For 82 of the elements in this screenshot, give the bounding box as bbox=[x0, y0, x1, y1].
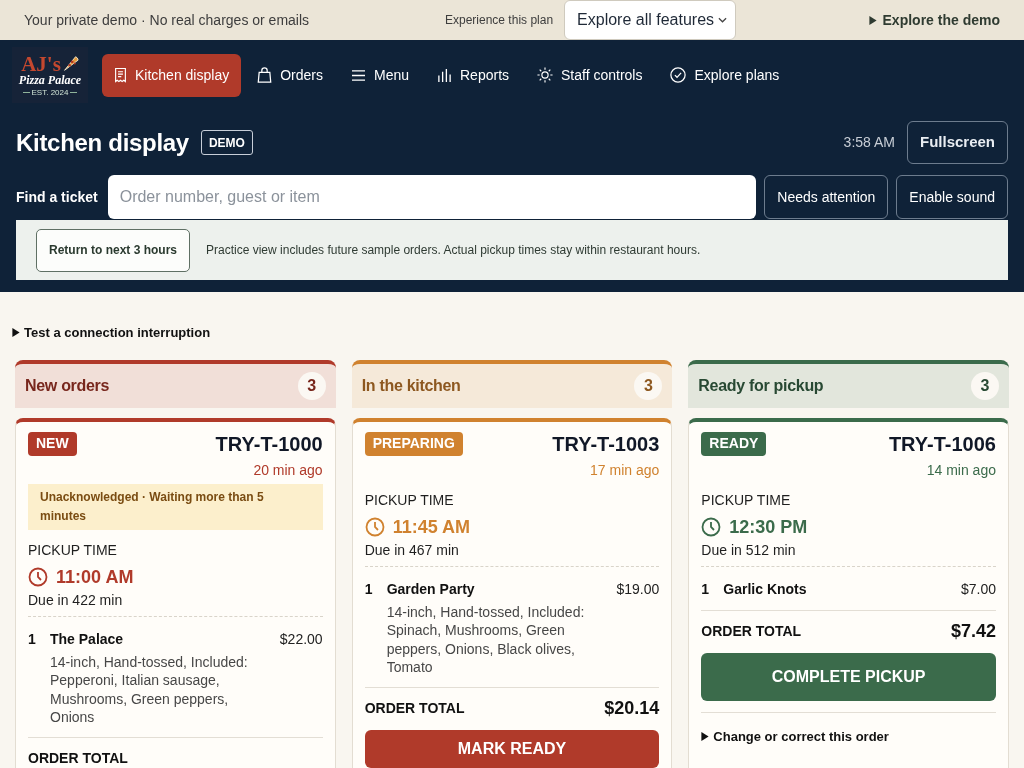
status-badge: READY bbox=[701, 431, 767, 456]
logo-subtitle: Pizza Palace bbox=[18, 73, 82, 87]
action-button[interactable]: COMPLETE PICKUP bbox=[701, 652, 996, 701]
order-age: 14 min ago bbox=[925, 460, 996, 480]
order-age: 20 min ago bbox=[252, 460, 323, 480]
nav-tab[interactable]: Orders bbox=[245, 53, 335, 97]
item-price: $7.00 bbox=[960, 579, 996, 599]
plan-select[interactable]: Explore all features bbox=[564, 0, 737, 40]
disclosure-triangle-icon bbox=[701, 731, 710, 741]
bag-icon bbox=[257, 67, 273, 83]
nav-tab[interactable]: Reports bbox=[425, 53, 522, 97]
column-title: In the kitchen bbox=[361, 375, 461, 396]
nav-tab[interactable]: Staff controls bbox=[525, 53, 655, 97]
order-age: 17 min ago bbox=[589, 460, 660, 480]
disclosure-triangle-icon bbox=[868, 15, 877, 25]
action-button[interactable]: MARK READY bbox=[364, 729, 660, 768]
filter-button[interactable]: Enable sound bbox=[896, 175, 1008, 219]
item-name: Garden Party bbox=[386, 579, 475, 599]
item-quantity: 1 bbox=[701, 579, 711, 599]
total-amount: $7.42 bbox=[950, 620, 996, 643]
clock-icon bbox=[701, 516, 722, 537]
practice-note: Practice view includes future sample orders. Actual pickup times stay within restaurant hours. bbox=[206, 242, 701, 259]
item-quantity: 1 bbox=[28, 629, 37, 649]
clock-icon bbox=[28, 566, 48, 587]
receipt-icon bbox=[114, 67, 127, 83]
fullscreen-button[interactable]: Fullscreen bbox=[906, 121, 1008, 164]
item-name: Garlic Knots bbox=[723, 579, 807, 599]
search-label: Find a ticket bbox=[16, 187, 98, 207]
pickup-time: 11:00 AM bbox=[56, 565, 134, 589]
column-title: Ready for pickup bbox=[698, 375, 824, 396]
chevron-down-icon bbox=[718, 17, 728, 23]
pizza-slice-icon bbox=[61, 54, 79, 72]
due-time: Due in 512 min bbox=[701, 540, 797, 560]
filter-button[interactable]: Needs attention bbox=[764, 175, 889, 219]
status-badge: PREPARING bbox=[364, 431, 463, 456]
item-price: $22.00 bbox=[279, 629, 323, 649]
search-field[interactable]: Order number, guest or item bbox=[107, 175, 757, 219]
total-amount: $20.14 bbox=[604, 697, 660, 720]
nav-tab[interactable]: Menu bbox=[338, 53, 421, 97]
nav-tab[interactable]: Kitchen display bbox=[102, 53, 242, 97]
item-quantity: 1 bbox=[364, 579, 374, 599]
order-number: TRY-T-1003 bbox=[552, 431, 660, 457]
connection-test-toggle[interactable]: Test a connection interruption bbox=[12, 323, 211, 343]
change-order-toggle[interactable]: Change or correct this order bbox=[701, 726, 889, 746]
disclosure-triangle-icon bbox=[12, 328, 20, 338]
count-badge: 3 bbox=[971, 371, 999, 400]
count-badge: 3 bbox=[634, 371, 663, 400]
status-badge: NEW bbox=[28, 431, 77, 456]
column-title: New orders bbox=[25, 375, 110, 396]
order-number: TRY-T-1000 bbox=[215, 431, 323, 457]
plan-label: Experience this plan bbox=[445, 12, 554, 29]
bar-chart-icon bbox=[437, 67, 452, 83]
check-circle-icon bbox=[670, 67, 687, 83]
explore-demo-toggle[interactable]: Explore the demo bbox=[868, 9, 1000, 31]
item-details: 14-inch, Hand-tossed, Included: Pepperoni, Italian sausage, Mushrooms, Green peppers, Onions bbox=[50, 652, 249, 727]
pickup-label: PICKUP TIME bbox=[701, 490, 792, 509]
menu-icon bbox=[350, 68, 366, 82]
nav-tab[interactable]: Explore plans bbox=[658, 53, 792, 97]
demo-notice: Your private demo · No real charges or emails bbox=[24, 12, 310, 28]
order-number: TRY-T-1006 bbox=[888, 431, 996, 457]
pickup-time: 12:30 PM bbox=[729, 515, 808, 539]
total-label: ORDER TOTAL bbox=[28, 749, 128, 768]
due-time: Due in 422 min bbox=[28, 590, 124, 610]
return-button[interactable]: Return to next 3 hours bbox=[36, 228, 190, 272]
total-label: ORDER TOTAL bbox=[701, 622, 802, 641]
page-title: Kitchen display bbox=[16, 127, 189, 158]
demo-badge: DEMO bbox=[200, 130, 253, 155]
due-time: Due in 467 min bbox=[364, 540, 460, 560]
clock-time: 3:58 AM bbox=[843, 133, 895, 152]
item-details: 14-inch, Hand-tossed, Included: Spinach, Mushrooms, Green peppers, Onions, Black olives, Tomato bbox=[386, 602, 586, 677]
logo-name: AJ's bbox=[21, 53, 61, 74]
item-name: The Palace bbox=[50, 629, 124, 649]
count-badge: 3 bbox=[297, 371, 326, 400]
logo-tagline: EST. 2024 bbox=[31, 87, 69, 97]
pickup-label: PICKUP TIME bbox=[28, 540, 118, 559]
item-price: $19.00 bbox=[616, 579, 660, 599]
clock-icon bbox=[364, 516, 385, 537]
pickup-label: PICKUP TIME bbox=[364, 490, 455, 509]
sun-icon bbox=[537, 67, 554, 83]
pickup-time: 11:45 AM bbox=[392, 515, 471, 539]
alert-notice: Unacknowledged · Waiting more than 5 minutes bbox=[28, 483, 323, 530]
total-label: ORDER TOTAL bbox=[364, 699, 465, 718]
